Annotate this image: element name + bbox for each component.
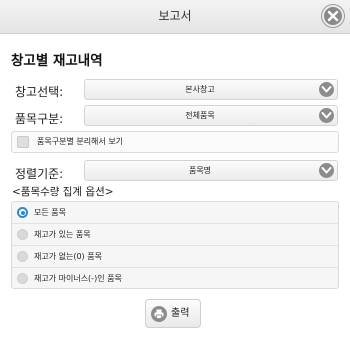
separate-by-category-checkbox-row[interactable]: 품목구분별 분리해서 보기 (11, 131, 339, 153)
radio-in-stock[interactable]: 재고가 있는 품목 (12, 224, 338, 246)
radio-button[interactable] (17, 229, 28, 240)
radio-label: 재고가 있는 품목 (34, 230, 91, 239)
print-button-label: 출력 (171, 308, 190, 319)
category-label: 품목구분: (15, 112, 64, 126)
separate-by-category-checkbox[interactable] (17, 136, 29, 148)
close-button[interactable] (322, 5, 344, 27)
sort-select[interactable]: 품목명 (84, 160, 338, 181)
warehouse-label: 창고선택: (15, 85, 64, 99)
radio-label: 재고가 없는(0) 품목 (34, 252, 102, 261)
sort-label: 정렬기준: (15, 167, 64, 181)
radio-label: 재고가 마이너스(-)인 품목 (34, 274, 122, 283)
category-select[interactable]: 전체품목 (84, 105, 338, 126)
category-select-value: 전체품목 (185, 111, 215, 120)
radio-button[interactable] (17, 273, 28, 284)
radio-button[interactable] (17, 251, 28, 262)
warehouse-select[interactable]: 본사창고 (84, 79, 338, 100)
chevron-down-icon[interactable] (319, 163, 334, 178)
chevron-down-icon[interactable] (319, 82, 334, 97)
radio-label: 모든 품목 (34, 208, 66, 217)
dialog-titlebar: 보고서 (0, 0, 350, 34)
quantity-options-title: <품목수량 집계 옵션> (12, 186, 114, 198)
close-icon (327, 10, 339, 22)
warehouse-select-value: 본사창고 (185, 85, 215, 94)
separate-by-category-label: 품목구분별 분리해서 보기 (37, 137, 124, 146)
dialog-title: 보고서 (158, 9, 192, 23)
radio-zero-stock[interactable]: 재고가 없는(0) 품목 (12, 246, 338, 268)
sort-select-value: 품목명 (188, 166, 212, 175)
radio-negative-stock[interactable]: 재고가 마이너스(-)인 품목 (12, 268, 338, 290)
radio-all-items[interactable]: 모든 품목 (12, 202, 338, 224)
page-heading: 창고별 재고내역 (11, 53, 103, 69)
radio-button[interactable] (17, 207, 28, 218)
chevron-down-icon[interactable] (319, 108, 334, 123)
print-icon (151, 306, 167, 322)
print-button[interactable]: 출력 (145, 299, 201, 328)
quantity-options-group: 모든 품목 재고가 있는 품목 재고가 없는(0) 품목 재고가 마이너스(-)… (11, 201, 339, 289)
